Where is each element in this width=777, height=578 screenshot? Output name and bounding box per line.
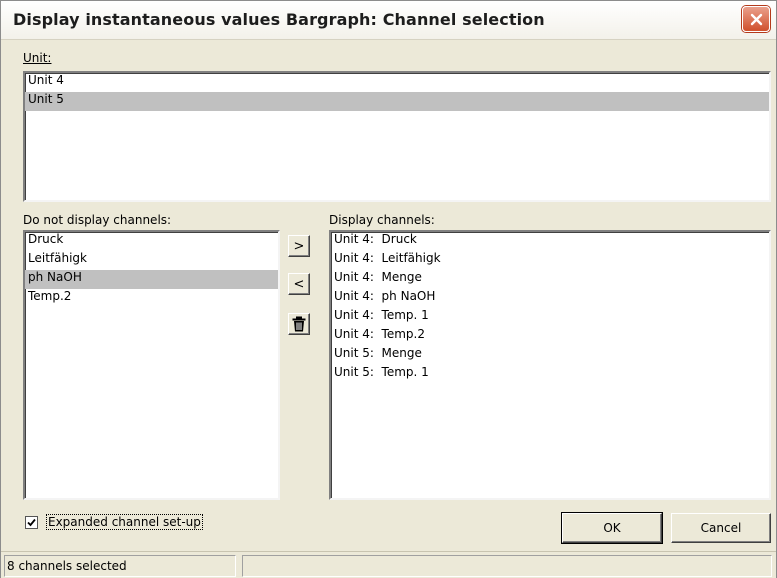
expanded-setup-label[interactable]: Expanded channel set-up — [46, 514, 203, 530]
unit-list-item[interactable]: Unit 4 — [25, 73, 769, 92]
display-channel-item[interactable]: Unit 4: Menge — [331, 270, 769, 289]
trash-icon — [292, 316, 306, 332]
checkmark-icon — [27, 518, 36, 527]
display-channels-list[interactable]: Unit 4: Druck Unit 4: Leitfähigk Unit 4: M… — [329, 230, 771, 500]
ok-button[interactable]: OK — [561, 512, 663, 544]
remove-channel-button[interactable]: < — [288, 273, 310, 295]
close-button[interactable] — [742, 6, 770, 32]
close-icon — [750, 13, 762, 25]
available-channel-item[interactable]: Leitfähigk — [25, 251, 278, 270]
display-channels-label: Display channels: — [329, 213, 435, 227]
display-channel-item[interactable]: Unit 4: Temp. 1 — [331, 308, 769, 327]
status-text: 8 channels selected — [4, 555, 236, 577]
cancel-button[interactable]: Cancel — [671, 513, 771, 543]
display-channel-item[interactable]: Unit 4: ph NaOH — [331, 289, 769, 308]
available-channels-label: Do not display channels: — [23, 213, 172, 227]
status-bar: 8 channels selected — [1, 551, 776, 578]
unit-items: Unit 4 Unit 5 — [25, 73, 769, 111]
unit-list[interactable]: Unit 4 Unit 5 — [23, 71, 771, 202]
add-channel-button[interactable]: > — [288, 235, 310, 257]
channel-selection-dialog: Display instantaneous values Bargraph: C… — [0, 0, 777, 578]
available-channel-item[interactable]: ph NaOH — [25, 270, 278, 289]
unit-list-item[interactable]: Unit 5 — [25, 92, 769, 111]
available-channel-item[interactable]: Temp.2 — [25, 289, 278, 308]
delete-channel-button[interactable] — [288, 313, 310, 335]
window-title: Display instantaneous values Bargraph: C… — [13, 10, 545, 29]
display-channel-item[interactable]: Unit 4: Temp.2 — [331, 327, 769, 346]
title-bar[interactable]: Display instantaneous values Bargraph: C… — [1, 1, 776, 40]
unit-label: Unit: — [23, 51, 51, 65]
display-channel-item[interactable]: Unit 5: Menge — [331, 346, 769, 365]
unit-label-text: Unit: — [23, 51, 52, 65]
display-channel-item[interactable]: Unit 5: Temp. 1 — [331, 365, 769, 384]
expanded-setup-checkbox[interactable] — [25, 516, 38, 529]
available-channels-list[interactable]: Druck Leitfähigk ph NaOH Temp.2 — [23, 230, 280, 500]
status-secondary — [242, 555, 772, 577]
display-channel-items: Unit 4: Druck Unit 4: Leitfähigk Unit 4: M… — [331, 232, 769, 384]
available-channel-item[interactable]: Druck — [25, 232, 278, 251]
display-channel-item[interactable]: Unit 4: Leitfähigk — [331, 251, 769, 270]
available-channel-items: Druck Leitfähigk ph NaOH Temp.2 — [25, 232, 278, 308]
display-channel-item[interactable]: Unit 4: Druck — [331, 232, 769, 251]
